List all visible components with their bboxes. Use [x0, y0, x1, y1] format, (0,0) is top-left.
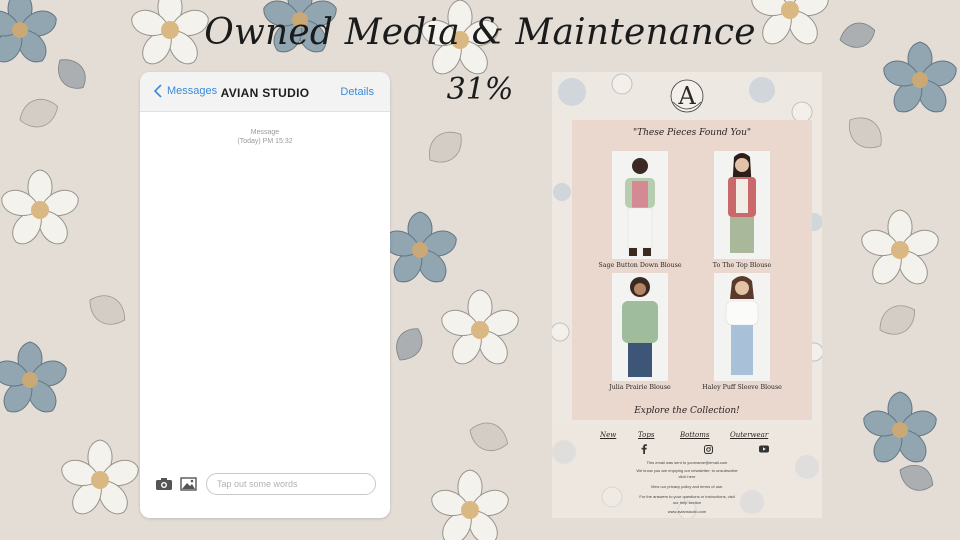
nav-bottoms[interactable]: Bottoms — [680, 431, 709, 439]
youtube-button[interactable] — [758, 443, 770, 455]
message-timestamp: Message (Today) PM 15:32 — [140, 128, 390, 146]
camera-button[interactable] — [154, 474, 174, 494]
slide-title: Owned Media & Maintenance — [204, 12, 756, 53]
product-card[interactable]: Sage Button Down Blouse — [590, 151, 690, 269]
explore-collection-link[interactable]: Explore the Collection! — [552, 406, 822, 416]
details-button[interactable]: Details — [340, 86, 374, 98]
email-category-nav: New Tops Bottoms Outerwear — [600, 431, 780, 443]
product-name: Sage Button Down Blouse — [598, 262, 682, 269]
footer-sent-to: This email was sent to yourname@email.co… — [646, 460, 728, 465]
email-headline: "These Pieces Found You" — [632, 128, 752, 138]
product-photo — [714, 273, 770, 381]
facebook-icon — [641, 444, 647, 454]
footer-unsubscribe: We know you are enjoying our newsletter;… — [636, 468, 738, 473]
camera-icon — [156, 478, 172, 490]
nav-tops[interactable]: Tops — [638, 431, 654, 439]
email-content-panel: "These Pieces Found You" Sage Button Dow… — [572, 120, 812, 420]
message-label: Message — [250, 129, 280, 136]
messages-header: Messages AVIAN STUDIO Details — [140, 72, 390, 112]
nav-new[interactable]: New — [600, 431, 616, 439]
product-card[interactable]: Julia Prairie Blouse — [590, 273, 690, 391]
instagram-button[interactable] — [702, 443, 714, 455]
youtube-icon — [759, 445, 769, 453]
product-card[interactable]: To The Top Blouse — [692, 151, 792, 269]
product-name: To The Top Blouse — [712, 262, 772, 269]
image-icon — [179, 477, 197, 491]
product-name: Haley Puff Sleeve Blouse — [702, 384, 782, 391]
footer-website[interactable]: www.avianstudio.com — [582, 509, 792, 514]
nav-outerwear[interactable]: Outerwear — [730, 431, 768, 439]
photo-button[interactable] — [178, 474, 198, 494]
product-photo — [612, 273, 668, 381]
facebook-button[interactable] — [638, 443, 650, 455]
message-time: (Today) PM 15:32 — [237, 138, 293, 145]
footer-help-link[interactable]: our help section — [582, 500, 792, 505]
messages-back-label: Messages — [167, 85, 218, 97]
product-photo — [714, 151, 770, 259]
progress-percentage: 31% — [446, 72, 514, 107]
footer-privacy[interactable]: View our privacy policy and terms of use… — [582, 484, 792, 489]
messages-window: Messages AVIAN STUDIO Details Message (T… — [140, 72, 390, 518]
instagram-icon — [703, 444, 713, 454]
product-card[interactable]: Haley Puff Sleeve Blouse — [692, 273, 792, 391]
message-input[interactable] — [206, 473, 376, 495]
product-name: Julia Prairie Blouse — [609, 384, 671, 391]
footer-help: For the answers to your questions or ins… — [639, 494, 735, 499]
brand-logo: A — [665, 76, 709, 116]
chevron-left-icon — [154, 84, 162, 98]
footer-click-here[interactable]: click here — [582, 474, 792, 479]
logo-letter: A — [678, 82, 696, 110]
email-newsletter: A "These Pieces Found You" Sage Button D… — [552, 72, 822, 518]
product-photo — [612, 151, 668, 259]
messages-back-button[interactable]: Messages — [154, 84, 217, 98]
message-composer — [154, 472, 376, 496]
